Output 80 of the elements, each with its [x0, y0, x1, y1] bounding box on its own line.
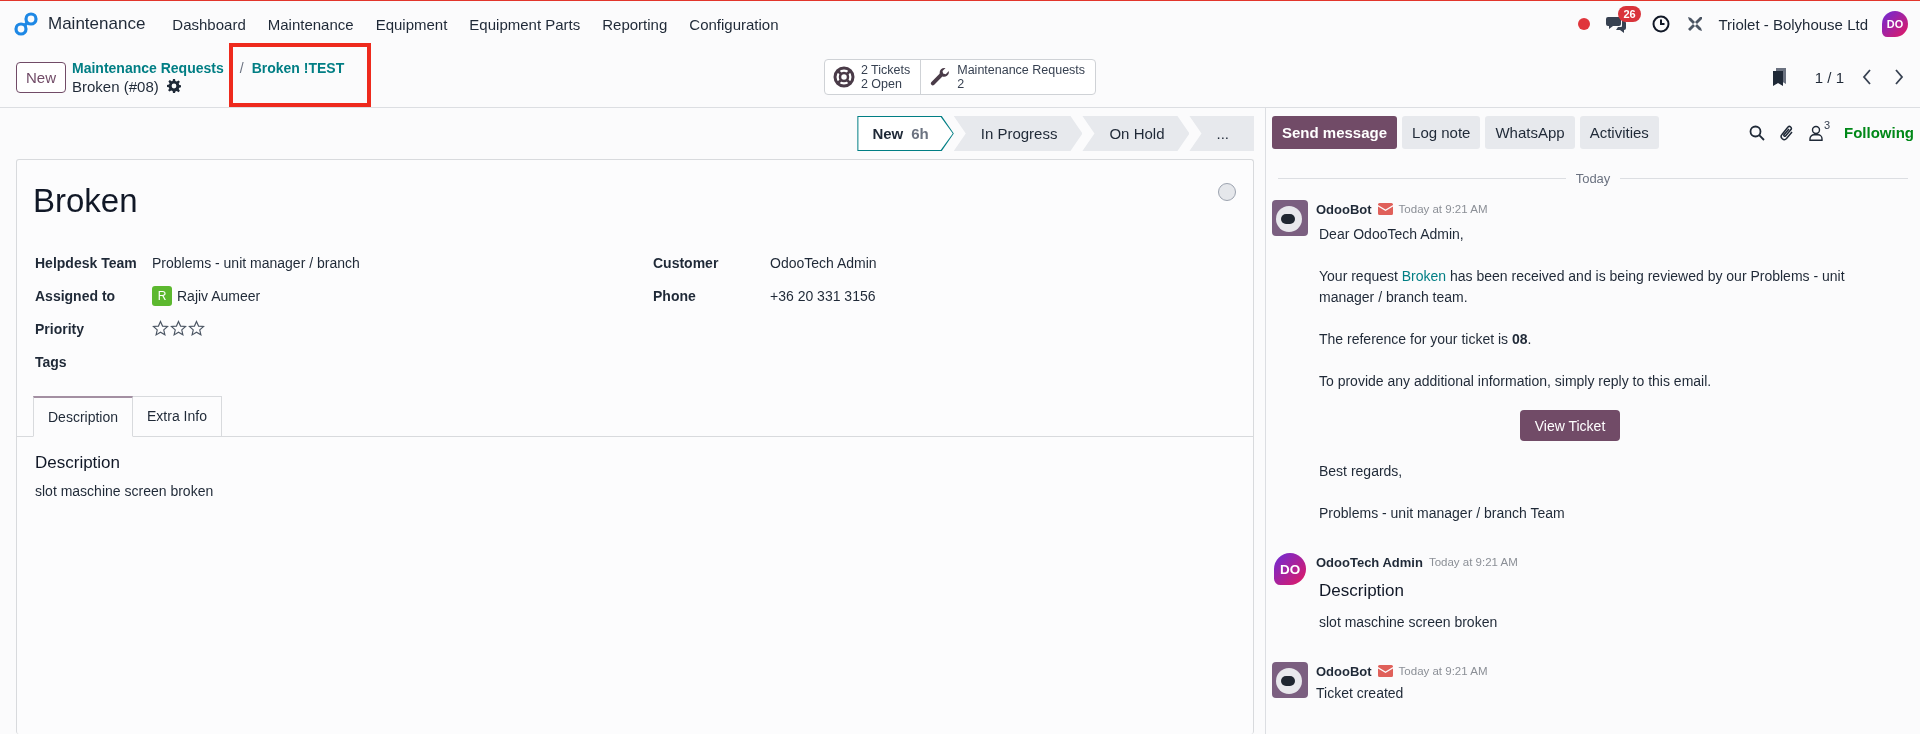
- chatter-button[interactable]: WhatsApp: [1485, 116, 1575, 149]
- message-time: Today at 9:21 AM: [1428, 556, 1518, 568]
- stage-button[interactable]: New 6h: [857, 116, 954, 151]
- author-name[interactable]: OdooBot: [1316, 663, 1372, 679]
- app-name[interactable]: Maintenance: [48, 14, 146, 34]
- new-button[interactable]: New: [16, 61, 66, 93]
- chatter-button[interactable]: Send message: [1272, 116, 1398, 149]
- message-text: Problems - unit manager / branch Team: [1319, 504, 1566, 523]
- field-label: Phone: [653, 287, 697, 304]
- follow-status[interactable]: Following: [1844, 124, 1914, 141]
- wrench-icon: [929, 66, 952, 88]
- stage-button[interactable]: On Hold: [1082, 116, 1190, 151]
- field-label: Assigned to: [35, 287, 117, 304]
- field-label: Customer: [653, 254, 720, 271]
- chatter-button[interactable]: Activities: [1579, 116, 1659, 149]
- company-name[interactable]: Triolet - Bolyhouse Ltd: [1718, 15, 1868, 33]
- robot-avatar-icon: [1272, 662, 1308, 698]
- view-ticket-button[interactable]: View Ticket: [1519, 410, 1621, 441]
- stage-button[interactable]: ...: [1189, 116, 1254, 151]
- paperclip-icon[interactable]: [1778, 123, 1795, 142]
- breadcrumb-link[interactable]: Broken !TEST: [251, 59, 345, 76]
- message-heading: Description: [1319, 580, 1406, 602]
- field-label: Tags: [35, 353, 68, 370]
- count-badge: 26: [1618, 6, 1641, 22]
- ticket-link[interactable]: Broken: [1401, 268, 1447, 284]
- status-dot[interactable]: [1578, 18, 1591, 30]
- lifebuoy-icon: [832, 66, 855, 88]
- message-text: Ticket created: [1316, 684, 1405, 703]
- field-label: Priority: [35, 320, 85, 337]
- pager-value[interactable]: 1 / 1: [1814, 68, 1844, 86]
- breadcrumb-link[interactable]: Maintenance Requests: [72, 59, 224, 76]
- chevron-left-icon[interactable]: [1862, 69, 1872, 85]
- breadcrumb-separator: /: [239, 59, 244, 76]
- star-icon[interactable]: [188, 320, 205, 337]
- section-heading: Description: [35, 453, 122, 473]
- gear-icon[interactable]: [166, 79, 181, 93]
- description-text[interactable]: slot maschine screen broken: [35, 483, 1235, 499]
- field-label: Helpdesk Team: [35, 254, 138, 271]
- message-text: Best regards,: [1319, 462, 1404, 481]
- menu-item[interactable]: Maintenance: [256, 11, 365, 37]
- field-value[interactable]: Rajiv Aumeer: [177, 287, 261, 304]
- field-value[interactable]: Problems - unit manager / branch: [152, 254, 360, 271]
- author-name[interactable]: OdooTech Admin: [1316, 554, 1423, 570]
- smart-button[interactable]: 2 Tickets 2 Open: [824, 60, 922, 94]
- smart-button[interactable]: Maintenance Requests 2: [921, 60, 1096, 94]
- author-name[interactable]: OdooBot: [1316, 201, 1372, 217]
- user-avatar: R: [152, 285, 172, 306]
- tools-icon[interactable]: [1686, 15, 1705, 33]
- message-text: slot maschine screen broken: [1319, 613, 1499, 632]
- message-time: Today at 9:21 AM: [1398, 665, 1488, 677]
- menu-item[interactable]: Equipment: [364, 11, 459, 37]
- bookmark-icon[interactable]: [1770, 67, 1789, 87]
- chatter-button[interactable]: Log note: [1402, 116, 1481, 149]
- chevron-right-icon[interactable]: [1894, 69, 1904, 85]
- message-text: The reference for your ticket is 08.: [1319, 330, 1533, 349]
- menu-item[interactable]: Reporting: [591, 11, 679, 37]
- user-avatar[interactable]: DO: [1882, 11, 1908, 37]
- tab[interactable]: Description: [33, 396, 134, 437]
- robot-avatar-icon: [1272, 200, 1308, 236]
- menu-item[interactable]: Equipment Parts: [458, 11, 592, 37]
- star-icon[interactable]: [170, 320, 187, 337]
- record-name: Broken (#08): [72, 77, 159, 95]
- star-icon[interactable]: [152, 320, 169, 337]
- record-title: Broken: [33, 182, 138, 220]
- tab[interactable]: Extra Info: [133, 396, 222, 437]
- message-text: Your request Broken has been received and is being reviewed by our Problems - unit manager / branch team.: [1319, 267, 1846, 307]
- search-icon[interactable]: [1748, 124, 1765, 141]
- date-divider: Today: [1575, 171, 1611, 186]
- message-text: To provide any additional information, simply reply to this email.: [1319, 372, 1713, 391]
- logo-icon: [14, 12, 38, 36]
- clock-icon[interactable]: [1652, 15, 1671, 33]
- menu-item[interactable]: Configuration: [678, 11, 790, 37]
- field-value[interactable]: OdooTech Admin: [770, 254, 877, 271]
- field-value[interactable]: +36 20 331 3156: [770, 287, 876, 304]
- author-avatar[interactable]: DO: [1274, 553, 1306, 585]
- menu-item[interactable]: Dashboard: [161, 11, 257, 37]
- person-icon: [1808, 124, 1823, 141]
- message-text: Dear OdooTech Admin,: [1319, 225, 1465, 244]
- message-time: Today at 9:21 AM: [1398, 203, 1488, 215]
- stage-button[interactable]: In Progress: [953, 116, 1083, 151]
